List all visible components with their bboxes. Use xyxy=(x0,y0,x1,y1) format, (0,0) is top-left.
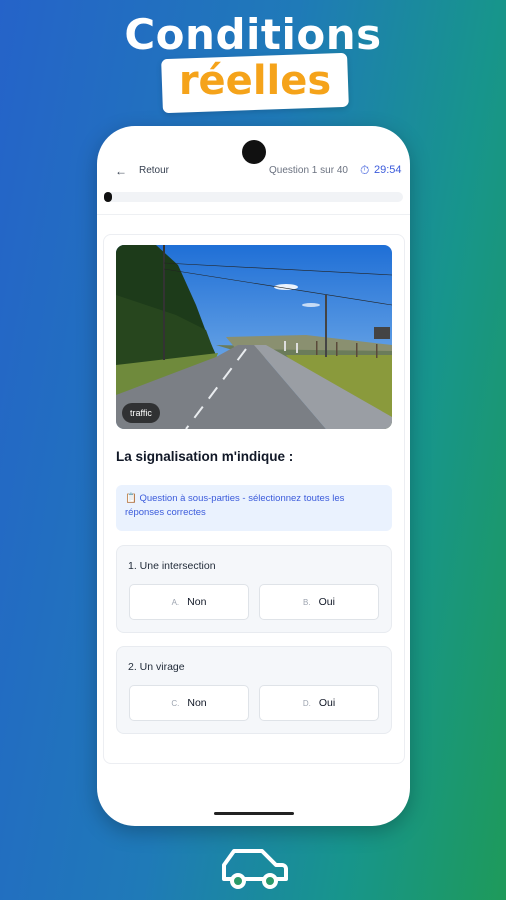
car-icon xyxy=(218,843,290,891)
divider xyxy=(97,214,410,215)
home-indicator xyxy=(214,812,294,815)
progress-fill xyxy=(104,192,112,202)
option-b-button[interactable]: B. Oui xyxy=(259,584,379,620)
stopwatch-icon: ⏱ xyxy=(360,163,370,177)
question-card: traffic La signalisation m'indique : 📋 Q… xyxy=(103,234,405,764)
option-a-button[interactable]: A. Non xyxy=(129,584,249,620)
question-text: La signalisation m'indique : xyxy=(116,449,294,464)
top-bar: ← Retour Question 1 sur 40 ⏱ 29:54 xyxy=(97,162,410,182)
subpart-title: 1. Une intersection xyxy=(128,560,216,572)
phone-frame: ← Retour Question 1 sur 40 ⏱ 29:54 traff… xyxy=(97,126,410,826)
multi-answer-notice: 📋 Question à sous-parties - sélectionnez… xyxy=(116,485,392,531)
option-label: Non xyxy=(187,697,207,709)
option-letter: A. xyxy=(171,598,180,607)
option-label: Oui xyxy=(318,697,336,709)
road-scene-image: traffic xyxy=(116,245,392,429)
option-label: Non xyxy=(187,596,207,608)
camera-notch xyxy=(242,140,266,164)
highlight-text: réelles xyxy=(178,58,332,104)
option-letter: C. xyxy=(171,699,180,708)
timer: 29:54 xyxy=(374,164,402,176)
headline: Conditions xyxy=(124,10,382,59)
option-c-button[interactable]: C. Non xyxy=(129,685,249,721)
question-counter: Question 1 sur 40 xyxy=(269,165,348,176)
option-label: Oui xyxy=(318,596,335,608)
option-d-button[interactable]: D. Oui xyxy=(259,685,379,721)
option-letter: B. xyxy=(303,598,311,607)
image-tag: traffic xyxy=(122,403,160,423)
back-button[interactable]: Retour xyxy=(139,165,169,176)
subpart-title: 2. Un virage xyxy=(128,661,185,673)
option-letter: D. xyxy=(302,699,311,708)
subpart-1: 1. Une intersection A. Non B. Oui xyxy=(116,545,392,633)
progress-bar xyxy=(104,192,403,202)
subpart-2: 2. Un virage C. Non D. Oui xyxy=(116,646,392,734)
arrow-left-icon[interactable]: ← xyxy=(115,164,127,178)
